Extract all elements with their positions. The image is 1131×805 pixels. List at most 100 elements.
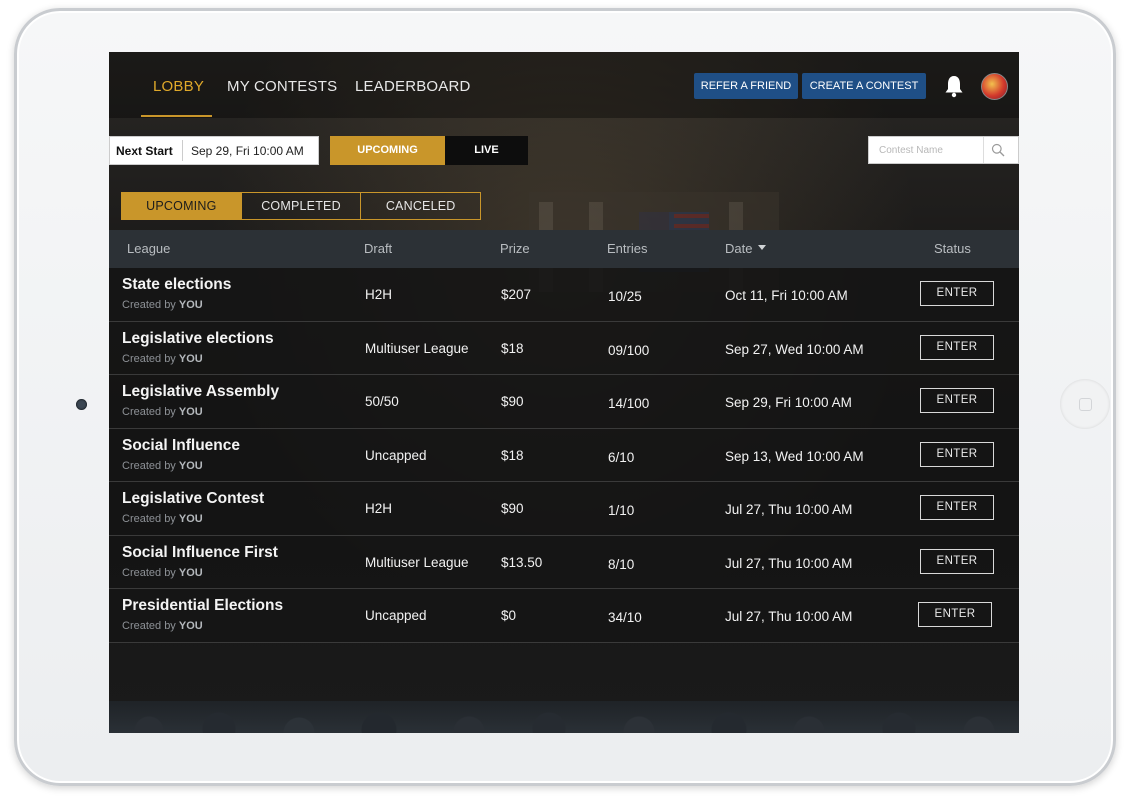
enter-button[interactable]: ENTER [918, 602, 992, 627]
camera-icon [76, 399, 87, 410]
league-name[interactable]: Social Influence First [122, 544, 278, 562]
enter-button[interactable]: ENTER [920, 388, 994, 413]
table-row[interactable]: Legislative elections Created by YOU Mul… [109, 321, 1019, 375]
created-by-owner: YOU [178, 566, 203, 579]
draft-type: Uncapped [365, 608, 427, 623]
next-start-label: Next Start [116, 144, 173, 158]
top-nav: LOBBY MY CONTESTS LEADERBOARD REFER A FR… [109, 52, 1019, 118]
created-by: Created by YOU [122, 299, 203, 311]
mode-tab-upcoming[interactable]: UPCOMING [330, 136, 445, 165]
column-header-date[interactable]: Date [725, 241, 767, 256]
search-icon[interactable] [991, 143, 1005, 157]
contest-search-input[interactable] [869, 137, 981, 163]
draft-type: H2H [365, 287, 393, 302]
league-name[interactable]: Presidential Elections [122, 597, 283, 615]
column-header-draft[interactable]: Draft [364, 241, 392, 256]
date: Jul 27, Thu 10:00 AM [725, 609, 853, 624]
table-row[interactable]: Legislative Contest Created by YOU H2H $… [109, 482, 1019, 536]
entries: 34/10 [608, 610, 642, 625]
column-header-date-label: Date [725, 241, 753, 256]
table-row[interactable]: Social Influence Created by YOU Uncapped… [109, 428, 1019, 482]
date: Sep 29, Fri 10:00 AM [725, 395, 852, 410]
sort-down-icon[interactable] [758, 245, 767, 251]
app-screen: LOBBY MY CONTESTS LEADERBOARD REFER A FR… [109, 52, 1019, 733]
prize: $0 [501, 608, 517, 623]
league-name[interactable]: Social Influence [122, 437, 240, 455]
date: Sep 27, Wed 10:00 AM [725, 341, 864, 357]
subtab-completed[interactable]: COMPLETED [240, 193, 361, 219]
divider [983, 137, 984, 163]
active-tab-indicator [141, 115, 212, 117]
date: Jul 27, Thu 10:00 AM [725, 502, 853, 517]
created-by: Created by YOU [122, 513, 203, 525]
avatar[interactable] [981, 73, 1008, 100]
league-name[interactable]: Legislative Assembly [122, 383, 279, 401]
enter-button[interactable]: ENTER [920, 441, 994, 467]
entries: 1/10 [608, 503, 635, 518]
created-by-label: Created by [122, 513, 176, 525]
prize: $207 [501, 287, 532, 302]
enter-button[interactable]: ENTER [920, 334, 994, 360]
created-by-label: Created by [122, 566, 176, 579]
prize: $90 [501, 501, 524, 516]
status-subtabs: UPCOMING COMPLETED CANCELED [121, 192, 481, 220]
table-header: League Draft Prize Entries Date Status [109, 230, 1019, 268]
draft-type: H2H [365, 501, 393, 516]
created-by-label: Created by [122, 459, 176, 472]
created-by-owner: YOU [178, 459, 203, 472]
league-name[interactable]: Legislative elections [122, 330, 274, 348]
enter-button[interactable]: ENTER [920, 548, 994, 574]
column-header-league[interactable]: League [127, 241, 170, 256]
draft-type: Multiuser League [365, 554, 469, 570]
refer-friend-button[interactable]: REFER A FRIEND [694, 73, 798, 99]
subtab-upcoming[interactable]: UPCOMING [122, 193, 241, 219]
mode-tab-live[interactable]: LIVE [445, 136, 528, 165]
column-header-entries[interactable]: Entries [607, 241, 647, 256]
next-start-value: Sep 29, Fri 10:00 AM [191, 144, 304, 158]
date: Jul 27, Thu 10:00 AM [725, 555, 853, 571]
nav-tab-my-contests[interactable]: MY CONTESTS [227, 78, 337, 95]
contest-table-body: State elections Created by YOU H2H $207 … [109, 268, 1019, 643]
created-by: Created by YOU [122, 353, 203, 365]
column-header-status: Status [934, 241, 971, 256]
search-box [868, 136, 1019, 164]
entries: 8/10 [608, 556, 635, 572]
bell-icon[interactable] [943, 74, 965, 98]
draft-type: Uncapped [365, 447, 427, 463]
created-by: Created by YOU [122, 620, 203, 632]
date: Sep 13, Wed 10:00 AM [725, 448, 864, 464]
entries: 10/25 [608, 289, 642, 304]
created-by-label: Created by [122, 620, 176, 632]
created-by-label: Created by [122, 352, 176, 365]
created-by: Created by YOU [122, 406, 203, 418]
prize: $13.50 [501, 554, 543, 570]
table-row[interactable]: Presidential Elections Created by YOU Un… [109, 589, 1019, 643]
league-name[interactable]: State elections [122, 276, 231, 294]
created-by-owner: YOU [178, 513, 203, 525]
created-by: Created by YOU [122, 460, 203, 472]
created-by-owner: YOU [178, 352, 203, 365]
background-crowd [109, 701, 1019, 733]
draft-type: Multiuser League [365, 340, 469, 356]
subtab-canceled[interactable]: CANCELED [360, 193, 480, 219]
home-button[interactable] [1060, 379, 1110, 429]
column-header-prize[interactable]: Prize [500, 241, 530, 256]
create-contest-button[interactable]: CREATE A CONTEST [802, 73, 926, 99]
created-by: Created by YOU [122, 567, 203, 579]
nav-tab-leaderboard[interactable]: LEADERBOARD [355, 78, 471, 95]
enter-button[interactable]: ENTER [920, 495, 994, 520]
table-row[interactable]: State elections Created by YOU H2H $207 … [109, 268, 1019, 322]
created-by-owner: YOU [178, 406, 203, 418]
created-by-owner: YOU [178, 620, 203, 632]
created-by-label: Created by [122, 299, 176, 311]
nav-tab-lobby[interactable]: LOBBY [153, 78, 204, 95]
league-name[interactable]: Legislative Contest [122, 490, 264, 508]
date: Oct 11, Fri 10:00 AM [725, 288, 848, 303]
entries: 6/10 [608, 449, 635, 465]
prize: $18 [501, 447, 524, 463]
enter-button[interactable]: ENTER [920, 281, 994, 306]
divider [182, 140, 183, 161]
next-start-box: Next Start Sep 29, Fri 10:00 AM [109, 136, 319, 165]
table-row[interactable]: Legislative Assembly Created by YOU 50/5… [109, 375, 1019, 429]
table-row[interactable]: Social Influence First Created by YOU Mu… [109, 535, 1019, 589]
